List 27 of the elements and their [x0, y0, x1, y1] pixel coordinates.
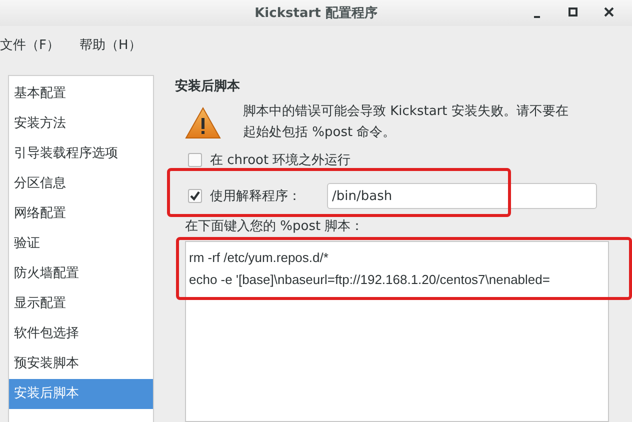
sidebar-item[interactable]: 分区信息: [9, 169, 153, 199]
warning-icon: [185, 107, 221, 139]
sidebar-item[interactable]: 软件包选择: [9, 319, 153, 349]
window-title: Kickstart 配置程序: [254, 4, 378, 22]
sidebar-item[interactable]: 安装方法: [9, 109, 153, 139]
checkbox[interactable]: [188, 189, 202, 203]
script-line: rm -rf /etc/yum.repos.d/*: [189, 249, 330, 267]
script-line: echo -e '[base]\nbaseurl=ftp://192.168.1.20/centos7\nenabled=: [189, 271, 551, 289]
warning-text: 脚本中的错误可能会导致 Kickstart 安装失败。请不要在起始处包括 %post 命令。: [243, 103, 570, 142]
section-heading: 安装后脚本: [175, 78, 241, 96]
close-icon[interactable]: [604, 7, 614, 18]
sidebar-item[interactable]: 基本配置: [9, 79, 153, 109]
sidebar-item[interactable]: 引导装载程序选项: [9, 139, 153, 169]
checkbox[interactable]: [188, 153, 202, 167]
sidebar-item[interactable]: 防火墙配置: [9, 259, 153, 289]
menu-item[interactable]: 帮助（H）: [79, 34, 142, 56]
sidebar-item[interactable]: 网络配置: [9, 199, 153, 229]
option-label: 在 chroot 环境之外运行: [210, 152, 351, 169]
option-label: 使用解释程序：: [210, 188, 301, 205]
script-editor[interactable]: rm -rf /etc/yum.repos.d/* echo -e '[base]\nbaseurl=ftp://192.168.1.20/centos7\nenabled=: [185, 241, 609, 422]
maximize-icon[interactable]: [568, 7, 578, 18]
script-label: 在下面键入您的 %post 脚本：: [184, 218, 365, 235]
interpreter-field[interactable]: /bin/bash: [327, 183, 597, 209]
menu-item[interactable]: 文件（F）: [0, 34, 60, 56]
sidebar-item[interactable]: 显示配置: [9, 289, 153, 319]
sidebar-item[interactable]: 预安装脚本: [9, 349, 153, 379]
sidebar-item[interactable]: 验证: [9, 229, 153, 259]
